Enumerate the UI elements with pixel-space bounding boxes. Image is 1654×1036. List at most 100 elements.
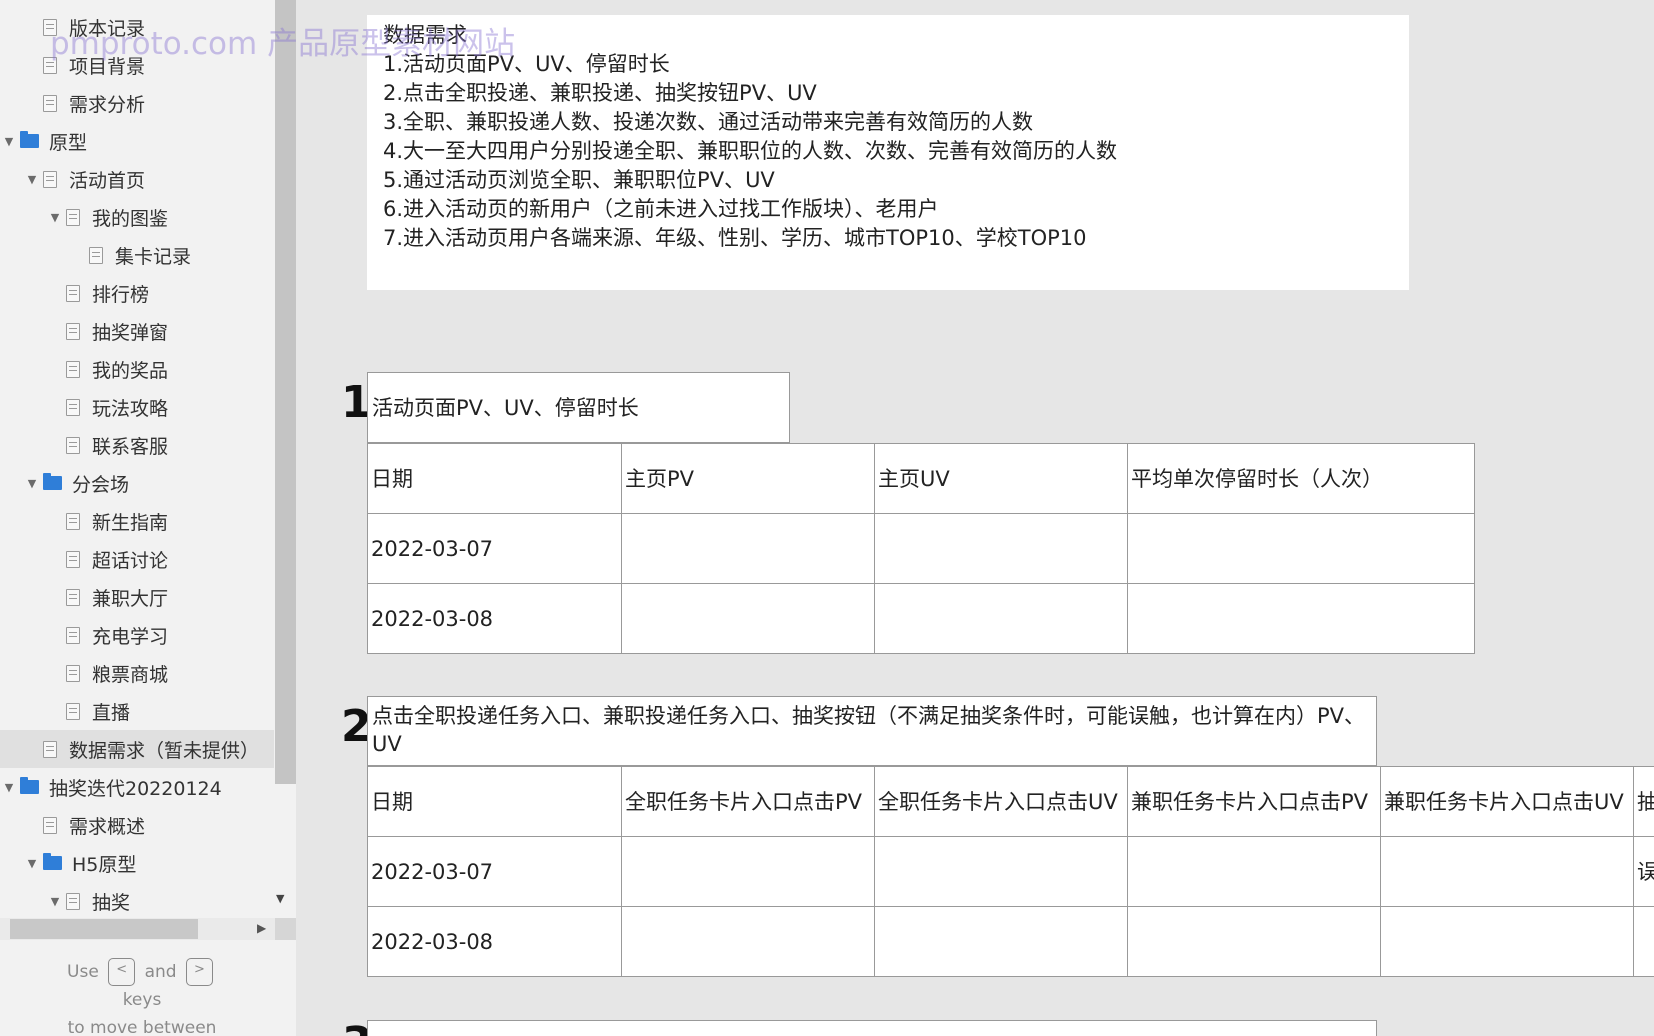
- page-icon: [66, 284, 80, 302]
- sidebar-item-label: 超话讨论: [92, 549, 169, 572]
- page-icon: [66, 588, 80, 606]
- table-cell: 全职任务卡片入口点击UV: [874, 766, 1128, 837]
- main-canvas: 数据需求 1.活动页面PV、UV、停留时长 2.点击全职投递、兼职投递、抽奖按钮P…: [296, 0, 1654, 1036]
- sidebar-item-label: 联系客服: [92, 435, 169, 458]
- folder-icon: [20, 131, 39, 148]
- table-cell: [1127, 906, 1381, 977]
- sidebar-item[interactable]: ▼排行榜: [0, 274, 274, 312]
- page-tree: ▼版本记录▼项目背景▼需求分析▼原型▼活动首页▼我的图鉴▼集卡记录▼排行榜▼抽奖…: [0, 8, 274, 920]
- page-icon: [43, 170, 57, 188]
- sidebar-item[interactable]: ▼超话讨论: [0, 540, 274, 578]
- scroll-down-arrow-icon[interactable]: ▼: [276, 892, 284, 905]
- table-cell: 误: [1633, 836, 1654, 907]
- sidebar-item[interactable]: ▼需求分析: [0, 84, 274, 122]
- table-cell: 主页PV: [621, 443, 875, 514]
- table-cell: [621, 906, 875, 977]
- requirements-box: 数据需求 1.活动页面PV、UV、停留时长 2.点击全职投递、兼职投递、抽奖按钮P…: [367, 15, 1409, 290]
- page-icon: [66, 436, 80, 454]
- sidebar-item[interactable]: ▼新生指南: [0, 502, 274, 540]
- section-3-title: [367, 1020, 1377, 1036]
- sidebar-item-label: 兼职大厅: [92, 587, 169, 610]
- sidebar-item-label: 我的图鉴: [92, 207, 169, 230]
- sidebar-item[interactable]: ▼数据需求（暂未提供）: [0, 730, 274, 768]
- page-icon: [89, 246, 103, 264]
- expand-arrow-icon[interactable]: ▼: [48, 210, 62, 224]
- table-cell: [621, 513, 875, 584]
- sidebar-item[interactable]: ▼玩法攻略: [0, 388, 274, 426]
- expand-arrow-icon[interactable]: ▼: [25, 856, 39, 870]
- sidebar-item[interactable]: ▼需求概述: [0, 806, 274, 844]
- table-cell: [1127, 583, 1475, 654]
- page-icon: [66, 360, 80, 378]
- sidebar-item[interactable]: ▼联系客服: [0, 426, 274, 464]
- table-cell: [1127, 513, 1475, 584]
- requirement-line: 4.大一至大四用户分别投递全职、兼职职位的人数、次数、完善有效简历的人数: [383, 139, 1118, 163]
- table-row: 2022-03-07 误: [367, 836, 1654, 907]
- sidebar-item[interactable]: ▼ 活动首页: [0, 160, 274, 198]
- expand-arrow-icon[interactable]: ▼: [25, 172, 39, 186]
- requirements-list: 1.活动页面PV、UV、停留时长 2.点击全职投递、兼职投递、抽奖按钮PV、UV 3…: [383, 50, 1409, 253]
- sidebar-item[interactable]: ▼ 抽奖: [0, 882, 274, 920]
- sidebar-item[interactable]: ▼我的奖品: [0, 350, 274, 388]
- page-icon: [43, 740, 57, 758]
- hint-use-text: Use: [67, 962, 99, 982]
- sidebar-item[interactable]: ▼ 抽奖迭代20220124: [0, 768, 274, 806]
- table-cell: 兼职任务卡片入口点击PV: [1127, 766, 1381, 837]
- table-cell: 2022-03-08: [367, 906, 622, 977]
- sidebar-item-label: 粮票商城: [92, 663, 169, 686]
- sidebar-item[interactable]: ▼项目背景: [0, 46, 274, 84]
- sidebar-item-label: 抽奖: [92, 891, 131, 914]
- page-icon: [66, 892, 80, 910]
- sidebar-item-label: 需求分析: [69, 93, 146, 116]
- page-icon: [66, 208, 80, 226]
- sidebar-item[interactable]: ▼集卡记录: [0, 236, 274, 274]
- page-icon: [43, 816, 57, 834]
- table-cell: 全职任务卡片入口点击PV: [621, 766, 875, 837]
- table-header-row: 日期 全职任务卡片入口点击PV 全职任务卡片入口点击UV 兼职任务卡片入口点击PV 兼职…: [367, 766, 1654, 837]
- expand-arrow-icon[interactable]: ▼: [25, 476, 39, 490]
- table-cell: 日期: [367, 766, 622, 837]
- sidebar-item-label: 活动首页: [69, 169, 146, 192]
- expand-arrow-icon[interactable]: ▼: [48, 894, 62, 908]
- right-key-icon: >: [185, 958, 213, 986]
- sidebar-item[interactable]: ▼粮票商城: [0, 654, 274, 692]
- table-cell: 2022-03-08: [367, 583, 622, 654]
- sidebar-item[interactable]: ▼充电学习: [0, 616, 274, 654]
- sidebar-item[interactable]: ▼ 原型: [0, 122, 274, 160]
- sidebar-item-label: 我的奖品: [92, 359, 169, 382]
- scroll-right-arrow-icon[interactable]: ▶: [257, 921, 266, 935]
- sidebar-item[interactable]: ▼抽奖弹窗: [0, 312, 274, 350]
- table-cell: [874, 836, 1128, 907]
- requirement-line: 2.点击全职投递、兼职投递、抽奖按钮PV、UV: [383, 81, 817, 105]
- table-cell: 2022-03-07: [367, 513, 622, 584]
- horizontal-scrollbar-thumb[interactable]: [10, 919, 198, 939]
- table-cell: [874, 513, 1128, 584]
- requirement-line: 5.通过活动页浏览全职、兼职职位PV、UV: [383, 168, 775, 192]
- sidebar-item-label: 玩法攻略: [92, 397, 169, 420]
- sidebar-item-label: 数据需求（暂未提供）: [69, 739, 260, 762]
- sidebar-item-label: 集卡记录: [115, 245, 192, 268]
- sidebar-item[interactable]: ▼ H5原型: [0, 844, 274, 882]
- table-cell: [621, 583, 875, 654]
- table-cell: [1380, 906, 1634, 977]
- sidebar-item[interactable]: ▼ 分会场: [0, 464, 274, 502]
- table-cell: 兼职任务卡片入口点击UV: [1380, 766, 1634, 837]
- page-icon: [66, 664, 80, 682]
- sidebar-item-label: 版本记录: [69, 17, 146, 40]
- page-icon: [66, 512, 80, 530]
- sidebar-item-label: 排行榜: [92, 283, 150, 306]
- expand-arrow-icon[interactable]: ▼: [2, 780, 16, 794]
- expand-arrow-icon[interactable]: ▼: [2, 134, 16, 148]
- sidebar-item[interactable]: ▼ 我的图鉴: [0, 198, 274, 236]
- section-1-title: 活动页面PV、UV、停留时长: [367, 372, 790, 443]
- table-cell: [874, 583, 1128, 654]
- sidebar-item[interactable]: ▼版本记录: [0, 8, 274, 46]
- sidebar-item[interactable]: ▼直播: [0, 692, 274, 730]
- requirement-line: 1.活动页面PV、UV、停留时长: [383, 52, 670, 76]
- table-row: 2022-03-07: [367, 513, 1475, 584]
- sidebar-item[interactable]: ▼兼职大厅: [0, 578, 274, 616]
- table-row: 2022-03-08: [367, 583, 1475, 654]
- table-row: 2022-03-08: [367, 906, 1654, 977]
- vertical-scrollbar-thumb[interactable]: [275, 0, 296, 784]
- folder-icon: [20, 777, 39, 794]
